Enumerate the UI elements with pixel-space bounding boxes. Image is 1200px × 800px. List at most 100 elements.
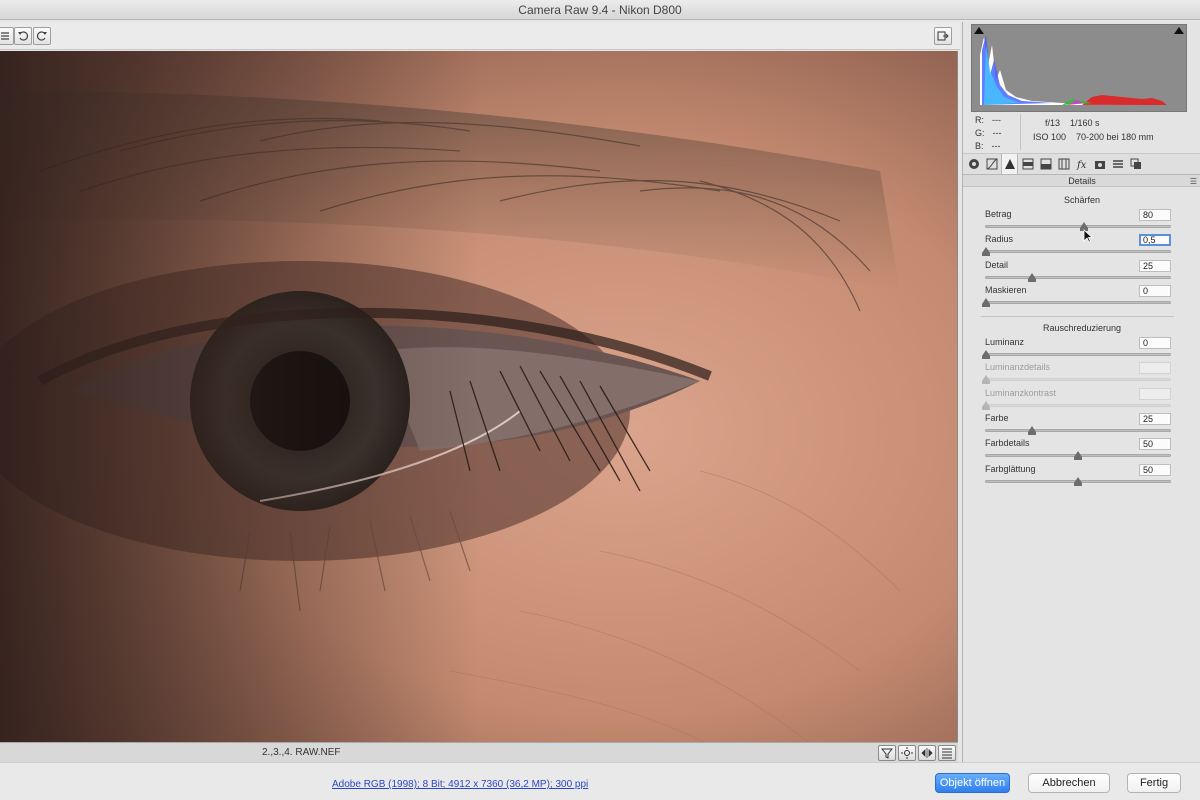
- highlight-clipping-icon[interactable]: [1174, 27, 1184, 34]
- camera-calibration-icon: [1094, 161, 1105, 169]
- slider-value-field[interactable]: 0,5: [1139, 234, 1171, 247]
- panel-menu-icon[interactable]: ☰: [1190, 176, 1197, 188]
- snapshots-icon: [1130, 158, 1141, 169]
- slider-value-field: [1139, 362, 1171, 375]
- slider-luminanzkontrast: Luminanzkontrast: [982, 387, 1171, 414]
- tone-curve-icon: [986, 158, 997, 170]
- window-title: Camera Raw 9.4 - Nikon D800: [518, 3, 682, 17]
- slider-track[interactable]: [985, 272, 1171, 282]
- cancel-button[interactable]: Abbrechen: [1028, 773, 1110, 793]
- slider-label: Farbglättung: [985, 463, 1036, 474]
- slider-thumb[interactable]: [982, 350, 990, 359]
- fx-icon: fx: [1076, 160, 1087, 170]
- slider-luminanzdetails: Luminanzdetails: [982, 362, 1171, 388]
- slider-track[interactable]: [982, 297, 1171, 307]
- slider-luminanz: Luminanz 0: [982, 337, 1171, 363]
- slider-value-field[interactable]: 80: [1139, 209, 1171, 221]
- eye-photo: [0, 51, 957, 742]
- done-button[interactable]: Fertig: [1127, 773, 1181, 793]
- slider-label: Maskieren: [985, 284, 1027, 295]
- slider-label: Farbe: [985, 412, 1009, 423]
- settings-menu-button[interactable]: [938, 745, 956, 761]
- tab-effects[interactable]: fx: [1073, 154, 1090, 174]
- tab-detail[interactable]: [1001, 154, 1018, 174]
- b-label: B:: [975, 141, 984, 151]
- adjustment-panel: R: --- G: --- B: --- f/13 1/160 s ISO 100 70-…: [962, 22, 1200, 762]
- slider-thumb[interactable]: [982, 297, 990, 307]
- tab-snapshots[interactable]: [1127, 154, 1144, 174]
- lens: 70-200 bei 180 mm: [1076, 132, 1154, 142]
- export-icon: [937, 31, 949, 41]
- slider-farbe: Farbe 25: [985, 412, 1171, 439]
- tab-camera-calibration[interactable]: [1091, 154, 1108, 174]
- tab-lens-corrections[interactable]: [1055, 154, 1072, 174]
- shutter-speed: 1/160 s: [1070, 118, 1100, 128]
- slider-track[interactable]: [985, 476, 1171, 486]
- noise-reduction-title: Rauschreduzierung: [1042, 323, 1122, 333]
- g-value: ---: [992, 128, 1002, 138]
- image-filename: 2.,3.,4. RAW.NEF: [262, 747, 341, 758]
- slider-thumb[interactable]: [1074, 476, 1082, 486]
- slider-label: Luminanzdetails: [985, 362, 1051, 373]
- rotate-left-button[interactable]: [14, 27, 32, 45]
- tab-presets[interactable]: [1109, 154, 1126, 174]
- image-view-tools: [878, 745, 956, 761]
- r-label: R:: [975, 115, 984, 125]
- readout-divider: [1020, 114, 1021, 150]
- filter-button[interactable]: [878, 745, 896, 761]
- slider-thumb: [982, 400, 990, 410]
- slider-value-field[interactable]: 0: [1139, 337, 1171, 349]
- presets-icon: [1112, 160, 1123, 168]
- bottom-bar: Adobe RGB (1998); 8 Bit; 4912 x 7360 (36…: [0, 762, 1200, 800]
- rotate-right-button[interactable]: [33, 27, 51, 45]
- slider-thumb[interactable]: [1074, 451, 1082, 461]
- lens-corrections-icon: [1058, 158, 1069, 170]
- toggle-fullscreen-button[interactable]: [934, 27, 952, 45]
- slider-thumb[interactable]: [1080, 222, 1089, 231]
- details-title: Details: [1068, 176, 1096, 186]
- slider-track[interactable]: [982, 350, 1171, 359]
- slider-track[interactable]: [985, 451, 1171, 461]
- aperture-icon: [968, 159, 979, 169]
- slider-thumb[interactable]: [1028, 272, 1036, 282]
- slider-track[interactable]: [982, 247, 1171, 257]
- slider-label: Luminanz: [985, 337, 1025, 347]
- slider-detail: Detail 25: [985, 259, 1171, 286]
- funnel-icon: [881, 748, 893, 759]
- rgb-readout: R: --- G: --- B: ---: [975, 114, 1002, 153]
- slider-value-field[interactable]: 25: [1139, 259, 1171, 272]
- image-preview[interactable]: [0, 51, 958, 742]
- tab-split-toning[interactable]: [1037, 154, 1054, 174]
- tab-tone-curve[interactable]: [983, 154, 1000, 174]
- workflow-options-link[interactable]: Adobe RGB (1998); 8 Bit; 4912 x 7360 (36…: [332, 779, 588, 790]
- slider-track: [982, 400, 1171, 410]
- slider-label: Farbdetails: [985, 438, 1030, 449]
- detail-triangle-icon: [1004, 159, 1015, 169]
- slider-thumb: [982, 375, 990, 385]
- slider-track[interactable]: [985, 425, 1171, 435]
- slider-radius: Radius 0,5: [982, 234, 1171, 260]
- shadow-clipping-icon[interactable]: [974, 27, 984, 34]
- sharpening-title: Schärfen: [1063, 195, 1101, 205]
- tab-basic[interactable]: [965, 154, 982, 174]
- tab-hsl[interactable]: [1019, 154, 1036, 174]
- open-object-button[interactable]: Objekt öffnen: [935, 773, 1010, 793]
- compare-button[interactable]: [918, 745, 936, 761]
- slider-farbdetails: Farbdetails 50: [985, 438, 1171, 464]
- slider-track[interactable]: [985, 222, 1171, 231]
- histogram-graph: [980, 35, 1167, 105]
- menu-button[interactable]: [0, 27, 14, 45]
- slider-thumb[interactable]: [982, 247, 990, 257]
- slider-value-field[interactable]: 0: [1139, 284, 1171, 297]
- svg-text:fx: fx: [1076, 160, 1087, 170]
- details-section-header: Details ☰: [963, 175, 1200, 187]
- slider-thumb[interactable]: [1028, 425, 1036, 435]
- menu-icon: [1, 32, 9, 40]
- slider-value-field[interactable]: 25: [1139, 412, 1171, 425]
- slider-value-field[interactable]: 50: [1139, 438, 1171, 451]
- sun-button[interactable]: [898, 745, 916, 761]
- aperture: f/13: [1045, 118, 1061, 128]
- iso: ISO 100: [1033, 132, 1067, 142]
- slider-value-field[interactable]: 50: [1139, 463, 1171, 476]
- image-status-bar: 2.,3.,4. RAW.NEF: [0, 742, 958, 762]
